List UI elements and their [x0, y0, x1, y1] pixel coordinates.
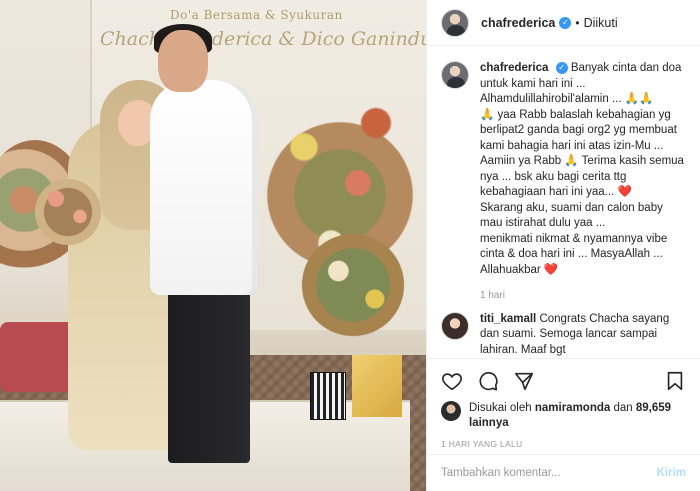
man-trousers	[168, 288, 250, 463]
caption-avatar[interactable]	[441, 61, 469, 89]
likes-prefix: Disukai oleh	[469, 402, 532, 414]
follow-status-button[interactable]: Diikuti	[584, 16, 618, 30]
caption: chafrederica ✓ Banyak cinta dan doa untu…	[441, 61, 686, 304]
header-username[interactable]: chafrederica	[481, 16, 555, 30]
comment-icon[interactable]	[477, 370, 499, 392]
caption-body: chafrederica ✓ Banyak cinta dan doa untu…	[480, 61, 686, 304]
share-icon[interactable]	[513, 370, 535, 392]
commenter-avatar[interactable]	[441, 311, 469, 340]
caption-username[interactable]: chafrederica	[480, 62, 548, 74]
verified-badge-icon: ✓	[559, 16, 572, 29]
comment-input[interactable]	[441, 467, 657, 479]
heart-icon[interactable]	[441, 370, 463, 392]
post-header: chafrederica ✓ • Diikuti	[427, 0, 700, 46]
man-head	[158, 30, 208, 92]
red-pillow	[0, 322, 75, 392]
likes-middle: dan	[613, 402, 633, 414]
comments-list[interactable]: chafrederica ✓ Banyak cinta dan doa untu…	[427, 47, 700, 357]
action-icon-row	[441, 367, 686, 395]
caption-time[interactable]: 1 hari	[480, 288, 686, 304]
post-comment-button[interactable]: Kirim	[657, 467, 686, 479]
banner-names: Chacha Frederica & Dico Ganinduto	[100, 28, 426, 50]
add-comment-bar: Kirim	[427, 454, 700, 491]
comment-username[interactable]: titi_kamall	[480, 313, 536, 325]
post-actions: Disukai oleh namiramonda dan 89,659 lain…	[427, 358, 700, 449]
likes-first-user[interactable]: namiramonda	[535, 402, 610, 414]
caption-line: Alhamdulillahirobil'alamin ... 🙏🙏	[480, 93, 654, 105]
header-avatar[interactable]	[441, 8, 469, 37]
likes-summary: Disukai oleh namiramonda dan 89,659 lain…	[441, 401, 686, 431]
gift-bag-gold	[352, 355, 402, 417]
comment-item: titi_kamall Congrats Chacha sayang dan s…	[441, 311, 686, 358]
verified-badge-icon: ✓	[555, 61, 568, 74]
gift-bag-striped	[310, 372, 346, 420]
liker-avatar[interactable]	[441, 401, 461, 421]
post-date[interactable]: 1 HARI YANG LALU	[441, 439, 686, 449]
bouquet	[28, 168, 108, 256]
post-side-panel: chafrederica ✓ • Diikuti chafrederica ✓ …	[426, 0, 700, 491]
flower-arrangement-lower	[280, 215, 426, 355]
caption-line: Skarang aku, suami dan calon baby mau is…	[480, 201, 663, 230]
caption-line: 🙏 yaa Rabb balaslah kebahagian yg berlip…	[480, 108, 684, 199]
caption-line: menikmati nikmat & nyamannya vibe cinta …	[480, 232, 668, 276]
bookmark-icon[interactable]	[664, 370, 686, 392]
comment-body: titi_kamall Congrats Chacha sayang dan s…	[480, 312, 686, 358]
man-figure	[150, 80, 258, 295]
likes-text[interactable]: Disukai oleh namiramonda dan 89,659 lain…	[469, 401, 679, 431]
post-photo[interactable]: Do'a Bersama & Syukuran Chacha Frederica…	[0, 0, 426, 491]
header-separator: •	[575, 15, 580, 30]
banner-title: Do'a Bersama & Syukuran	[170, 8, 343, 22]
